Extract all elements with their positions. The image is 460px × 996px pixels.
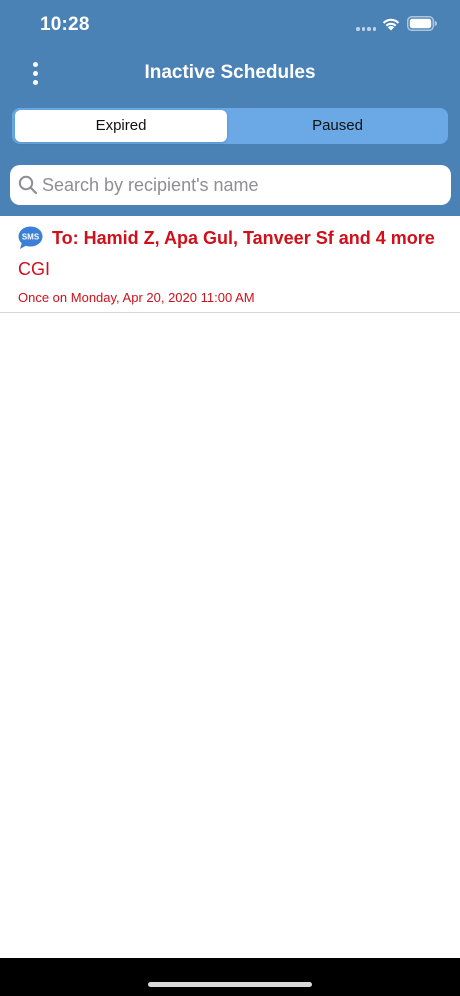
sms-icon: SMS bbox=[18, 226, 43, 249]
wifi-icon bbox=[382, 18, 400, 31]
battery-icon bbox=[407, 16, 437, 31]
status-time: 10:28 bbox=[40, 14, 90, 35]
header: 10:28 Inactive Schedules Expired Paused bbox=[0, 0, 460, 216]
schedule-time: Once on Monday, Apr 20, 2020 11:00 AM bbox=[18, 290, 255, 305]
tab-paused[interactable]: Paused bbox=[230, 110, 445, 142]
svg-text:SMS: SMS bbox=[22, 233, 40, 242]
recipients: To: Hamid Z, Apa Gul, Tanveer Sf and 4 m… bbox=[52, 228, 435, 248]
search-icon bbox=[18, 175, 38, 195]
list-item[interactable]: SMS To: Hamid Z, Apa Gul, Tanveer Sf and… bbox=[0, 216, 460, 313]
signal-dots-icon bbox=[356, 27, 376, 31]
search-input[interactable] bbox=[42, 165, 442, 205]
segmented-control: Expired Paused bbox=[12, 108, 448, 144]
tab-expired[interactable]: Expired bbox=[15, 110, 227, 142]
search-bar bbox=[10, 165, 451, 205]
home-indicator[interactable] bbox=[148, 982, 312, 987]
bottom-bar bbox=[0, 958, 460, 996]
schedule-list: SMS To: Hamid Z, Apa Gul, Tanveer Sf and… bbox=[0, 216, 460, 313]
message-text: CGI bbox=[18, 259, 51, 279]
page-title: Inactive Schedules bbox=[144, 62, 316, 83]
status-bar: 10:28 bbox=[0, 0, 460, 50]
